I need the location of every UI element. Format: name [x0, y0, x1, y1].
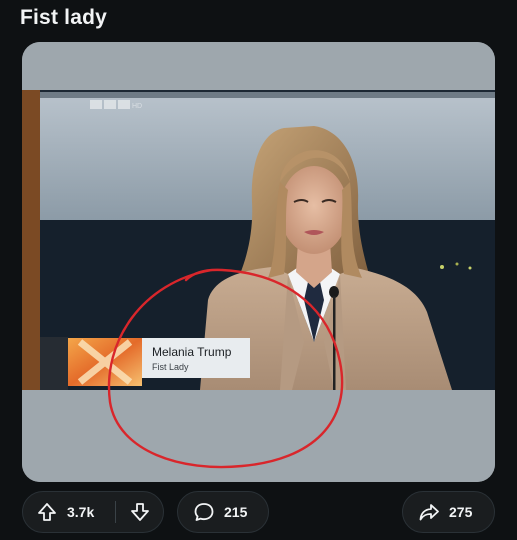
comment-icon-wrap — [186, 494, 222, 530]
bottom-letterbox — [22, 390, 495, 482]
comment-count: 215 — [224, 504, 248, 520]
action-bar: 3.7k 215 275 — [22, 491, 495, 533]
post-title[interactable]: Fist lady — [20, 6, 107, 30]
post-image[interactable]: HD Melania Trump Fist Lady — [22, 42, 495, 482]
share-icon-wrap — [411, 494, 447, 530]
arrow-down-icon — [131, 503, 149, 521]
tv-broadcast-image: HD — [22, 42, 495, 482]
share-count: 275 — [449, 504, 473, 520]
upvote-count: 3.7k — [67, 504, 95, 520]
lower-third-name: Melania Trump — [152, 345, 232, 359]
lower-third-caption: Fist Lady — [152, 362, 189, 372]
comments-button[interactable]: 215 — [177, 491, 269, 533]
top-letterbox — [22, 42, 495, 90]
vote-divider — [115, 501, 116, 523]
svg-text:HD: HD — [132, 103, 142, 110]
share-arrow-icon — [419, 504, 439, 521]
vote-pill: 3.7k — [22, 491, 164, 533]
upvote-button[interactable] — [29, 494, 65, 530]
speech-bubble-icon — [194, 503, 214, 521]
arrow-up-icon — [38, 503, 56, 521]
share-button[interactable]: 275 — [402, 491, 495, 533]
downvote-button[interactable] — [122, 494, 158, 530]
